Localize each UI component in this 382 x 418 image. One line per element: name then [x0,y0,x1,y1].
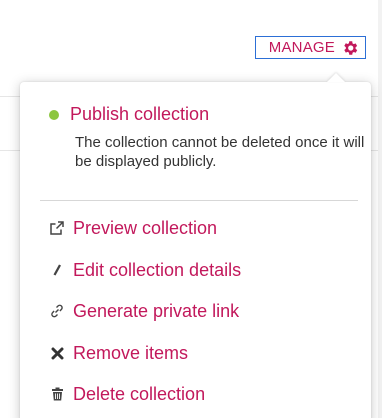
menu-item-label: Generate private link [73,300,240,321]
pencil-icon [49,262,65,278]
dropdown-caret [327,73,345,82]
menu-item-generate-private-link[interactable]: Generate private link [49,299,239,323]
close-icon [49,345,65,361]
menu-item-label: Edit collection details [73,259,242,280]
menu-item-remove-items[interactable]: Remove items [49,341,188,365]
menu-item-edit-collection-details[interactable]: Edit collection details [49,258,241,282]
status-dot-icon [49,109,59,120]
menu-item-preview-collection[interactable]: Preview collection [49,216,217,240]
publish-collection-label: Publish collection [70,104,210,124]
manage-button[interactable]: MANAGE [255,36,366,59]
publish-collection-item[interactable]: Publish collection [49,104,349,125]
link-icon [49,303,65,319]
publish-note: The collection cannot be deleted once it… [75,134,365,170]
manage-label: MANAGE [268,39,335,56]
menu-item-label: Remove items [73,342,189,363]
manage-dropdown-menu: Publish collection The collection cannot… [20,73,371,418]
trash-icon [49,386,65,402]
publish-section: Publish collection The collection cannot… [49,104,364,171]
page-edge [378,0,382,418]
menu-item-delete-collection[interactable]: Delete collection [49,382,205,406]
external-link-icon [49,220,65,236]
background-divider [0,150,22,151]
menu-item-label: Delete collection [73,383,206,404]
gear-icon [341,39,359,57]
menu-item-label: Preview collection [73,217,218,238]
background-divider [0,96,22,97]
menu-divider [40,200,358,201]
page: MANAGE Publish collection The collection… [0,0,382,418]
